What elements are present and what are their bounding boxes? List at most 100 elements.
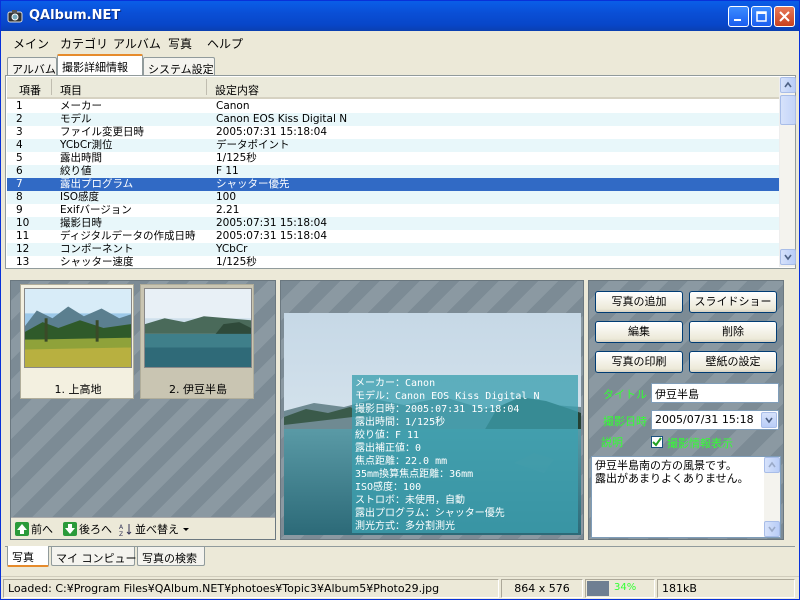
exif-line: 35mm換算焦点距離：36mm (355, 469, 474, 480)
table-row[interactable]: 10 撮影日時 2005:07:31 15:18:04 (7, 217, 779, 230)
menu-photo[interactable]: 写真 (168, 35, 192, 52)
title-input[interactable]: 伊豆半島 (651, 383, 779, 403)
table-row[interactable]: 4 YCbCr測位 データポイント (7, 139, 779, 152)
exif-overlay: メーカー：Canon モデル：Canon EOS Kiss Digital N 撮影… (352, 375, 578, 533)
row-item: 露出時間 (60, 152, 102, 164)
thumbnail-caption: 2. 伊豆半島 (169, 383, 227, 396)
top-tab-strip: アルバム 撮影詳細情報 システム設定 (5, 54, 795, 76)
tab-my-computer[interactable]: マイ コンピュータ (51, 547, 148, 566)
maximize-icon (756, 11, 767, 22)
print-photo-button[interactable]: 写真の印刷 (595, 351, 683, 373)
header-item[interactable]: 項目 (60, 82, 82, 98)
tab-system-settings[interactable]: システム設定 (143, 57, 215, 76)
row-value: 2005:07:31 15:18:04 (216, 230, 328, 242)
table-row[interactable]: 1 メーカー Canon (7, 100, 779, 113)
table-row[interactable]: 12 コンポーネント YCbCr (7, 243, 779, 256)
header-divider[interactable] (206, 79, 207, 95)
minimize-button[interactable] (728, 6, 749, 27)
chevron-down-icon (768, 526, 776, 533)
camera-icon (7, 10, 23, 23)
sort-button[interactable]: A Z 並べ替え (119, 521, 190, 538)
maximize-button[interactable] (751, 6, 772, 27)
chevron-up-icon (768, 461, 776, 468)
header-index[interactable]: 項番 (19, 82, 41, 98)
row-value: 2005:07:31 15:18:04 (216, 126, 328, 138)
sort-icon: AZ (119, 522, 133, 538)
header-value[interactable]: 設定内容 (215, 82, 259, 98)
close-button[interactable] (774, 6, 795, 27)
row-index: 11 (16, 230, 30, 242)
row-index: 6 (16, 165, 23, 177)
checkmark-icon (652, 437, 662, 447)
row-item: Exifバージョン (60, 204, 132, 216)
list-scrollbar[interactable] (779, 77, 796, 267)
window-title: QAlbum.NET (29, 8, 121, 23)
description-scrollbar[interactable] (764, 457, 780, 537)
thumbnail-item-selected[interactable]: 2. 伊豆半島 (140, 284, 254, 399)
tab-photos[interactable]: 写真 (7, 546, 49, 567)
scroll-thumb[interactable] (780, 95, 796, 125)
row-item: コンポーネント (60, 243, 134, 255)
row-item: 撮影日時 (60, 217, 102, 229)
row-value: 1/125秒 (216, 256, 257, 268)
photo-preview-panel: メーカー：Canon モデル：Canon EOS Kiss Digital N 撮影… (280, 280, 584, 540)
header-divider[interactable] (51, 79, 52, 95)
row-index: 3 (16, 126, 23, 138)
table-row[interactable]: 8 ISO感度 100 (7, 191, 779, 204)
row-value: YCbCr (216, 243, 248, 255)
table-row[interactable]: 9 Exifバージョン 2.21 (7, 204, 779, 217)
menu-main[interactable]: メイン (13, 35, 49, 52)
thumbnail-item[interactable]: 1. 上高地 (20, 284, 134, 399)
table-row[interactable]: 7 露出プログラム シャッター優先 (7, 178, 779, 191)
menu-help[interactable]: ヘルプ (207, 35, 243, 52)
horizontal-splitter[interactable] (1, 271, 799, 277)
menu-category[interactable]: カテゴリ (60, 35, 108, 52)
table-row[interactable]: 13 シャッター速度 1/125秒 (7, 256, 779, 268)
row-item: シャッター速度 (60, 256, 134, 268)
description-textarea[interactable]: 伊豆半島南の方の風景です。 露出があまりよくありません。 (591, 456, 781, 538)
list-header: 項番 項目 設定内容 (7, 77, 779, 99)
tab-album[interactable]: アルバム (7, 57, 57, 76)
delete-button[interactable]: 削除 (689, 321, 777, 343)
edit-button[interactable]: 編集 (595, 321, 683, 343)
date-value: 2005/07/31 15:18 (655, 413, 754, 426)
table-row[interactable]: 6 絞り値 F 11 (7, 165, 779, 178)
exif-line: 焦点距離：22.0 mm (355, 456, 448, 467)
scroll-down-button[interactable] (764, 521, 780, 537)
exif-line: ISO感度：100 (355, 482, 422, 493)
row-item: ファイル変更日時 (60, 126, 144, 138)
menu-album[interactable]: アルバム (113, 35, 161, 52)
table-row[interactable]: 11 ディジタルデータの作成日時 2005:07:31 15:18:04 (7, 230, 779, 243)
tab-photo-search[interactable]: 写真の検索 (137, 547, 205, 566)
slideshow-button[interactable]: スライドショー (689, 291, 777, 313)
table-row[interactable]: 5 露出時間 1/125秒 (7, 152, 779, 165)
tab-shooting-details[interactable]: 撮影詳細情報 (57, 54, 143, 75)
row-value: 2005:07:31 15:18:04 (216, 217, 328, 229)
svg-text:A: A (119, 524, 124, 531)
exif-line: 測光方式：多分割測光 (355, 521, 455, 532)
row-index: 2 (16, 113, 23, 125)
progress-fill (587, 581, 610, 596)
row-value: F 11 (216, 165, 239, 177)
set-wallpaper-button[interactable]: 壁紙の設定 (689, 351, 777, 373)
scroll-down-button[interactable] (780, 249, 796, 265)
table-row[interactable]: 2 モデル Canon EOS Kiss Digital N (7, 113, 779, 126)
add-photo-button[interactable]: 写真の追加 (595, 291, 683, 313)
thumbnail-image-izu (144, 288, 252, 368)
row-value: Canon (216, 100, 250, 112)
next-button[interactable]: 後ろへ (63, 521, 112, 538)
row-item: 露出プログラム (60, 178, 134, 190)
row-index: 7 (16, 178, 23, 190)
scroll-up-button[interactable] (780, 77, 796, 93)
scroll-up-button[interactable] (764, 457, 780, 473)
photo-preview[interactable]: メーカー：Canon モデル：Canon EOS Kiss Digital N 撮影… (284, 313, 581, 535)
prev-button[interactable]: 前へ (15, 521, 53, 538)
table-row[interactable]: 3 ファイル変更日時 2005:07:31 15:18:04 (7, 126, 779, 139)
thumbnail-panel: 1. 上高地 2. 伊豆半島 前へ 後ろへ A Z 並べ替え (10, 280, 276, 540)
status-path: Loaded: C:¥Program Files¥QAlbum.NET¥phot… (3, 579, 499, 598)
bottom-tab-strip: 写真 マイ コンピュータ 写真の検索 (5, 546, 795, 567)
date-picker[interactable]: 2005/07/31 15:18 (651, 410, 779, 430)
date-dropdown-button[interactable] (761, 412, 777, 428)
show-exif-checkbox[interactable] (651, 436, 663, 448)
exif-list-view: 項番 項目 設定内容 1 メーカー Canon 2 モデル Canon EOS Kiss … (5, 75, 796, 269)
